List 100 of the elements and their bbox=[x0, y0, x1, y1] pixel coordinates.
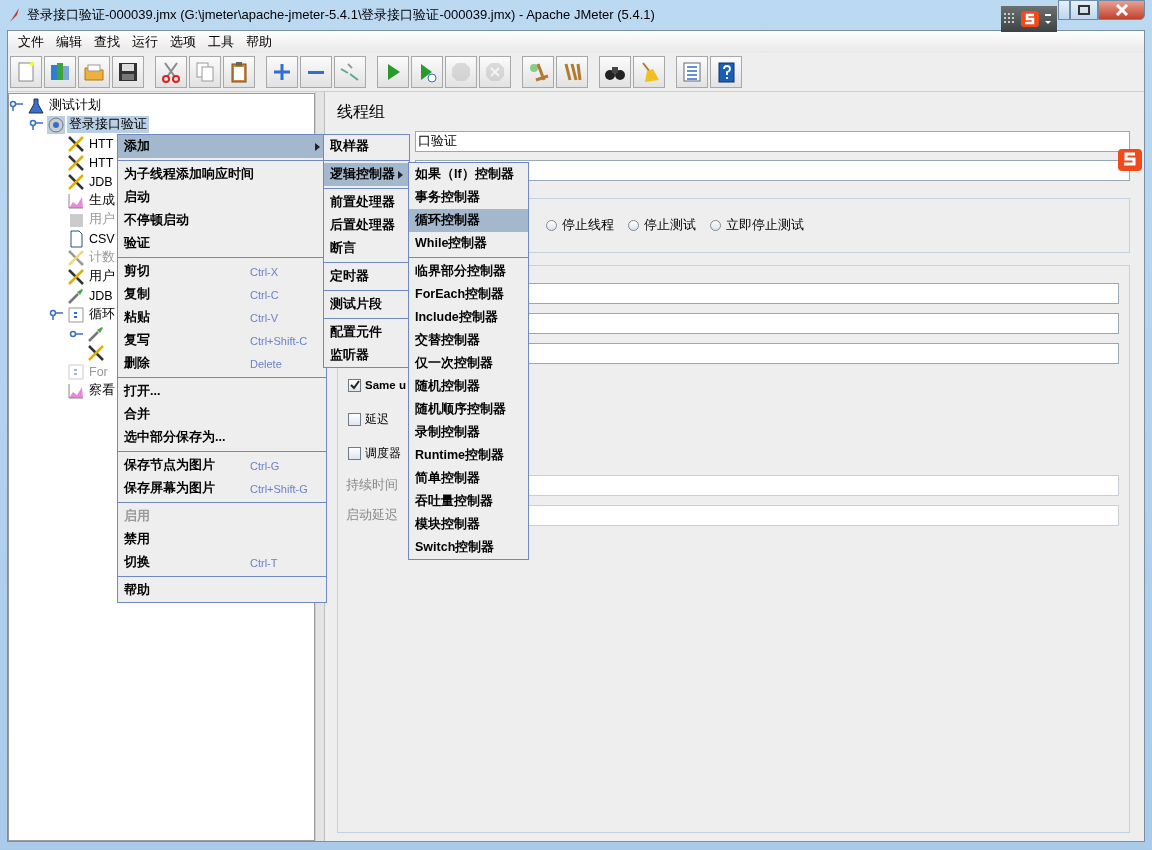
feather-icon bbox=[7, 7, 21, 23]
checkbox[interactable] bbox=[348, 378, 361, 392]
menu-item[interactable]: 交替控制器 bbox=[409, 329, 528, 352]
menu-item[interactable]: Include控制器 bbox=[409, 306, 528, 329]
menu-item[interactable]: 前置处理器 bbox=[324, 191, 409, 214]
menu-item[interactable]: 保存屏幕为图片 Ctrl+Shift-G bbox=[118, 477, 326, 500]
menu-item[interactable]: 随机顺序控制器 bbox=[409, 398, 528, 421]
menu-item[interactable]: 循环控制器 bbox=[409, 209, 528, 232]
menu-item[interactable]: 选项 bbox=[164, 33, 202, 51]
menu-item-label: 启用 bbox=[124, 508, 151, 525]
menu-item[interactable]: 编辑 bbox=[50, 33, 88, 51]
tree-node-label[interactable]: CSV bbox=[87, 231, 117, 246]
checkbox[interactable] bbox=[348, 412, 361, 426]
tree-node-label[interactable]: 察看 bbox=[87, 382, 117, 399]
menu-item[interactable]: 保存节点为图片 Ctrl-G bbox=[118, 454, 326, 477]
toolbar-button[interactable] bbox=[112, 56, 144, 88]
menu-item-label: Include控制器 bbox=[415, 309, 499, 326]
menu-item-label: 事务控制器 bbox=[415, 189, 481, 206]
menu-item[interactable]: 断言 bbox=[324, 237, 409, 260]
menu-item[interactable]: ForEach控制器 bbox=[409, 283, 528, 306]
menu-item[interactable]: 帮助 bbox=[240, 33, 278, 51]
menu-item-label: 添加 bbox=[124, 138, 151, 155]
menu-item[interactable]: 逻辑控制器 bbox=[324, 163, 409, 186]
menu-item[interactable]: 查找 bbox=[88, 33, 126, 51]
minimize-button[interactable] bbox=[1058, 0, 1070, 20]
tree-node-label[interactable]: JDB bbox=[87, 288, 115, 303]
menu-item[interactable]: 运行 bbox=[126, 33, 164, 51]
tree-node-label[interactable]: 用户 bbox=[87, 268, 117, 285]
tree-node-label[interactable]: HTT bbox=[87, 136, 116, 151]
menu-item[interactable]: 选中部分保存为... bbox=[118, 426, 326, 449]
menu-item[interactable]: 启动 bbox=[118, 186, 326, 209]
menu-item[interactable]: 仅一次控制器 bbox=[409, 352, 528, 375]
menu-item[interactable]: 工具 bbox=[202, 33, 240, 51]
close-button[interactable] bbox=[1098, 0, 1145, 20]
menu-item[interactable]: 帮助 bbox=[118, 579, 326, 602]
menu-item[interactable]: 复制 Ctrl-C bbox=[118, 283, 326, 306]
menu-item[interactable]: 剪切 Ctrl-X bbox=[118, 260, 326, 283]
chart-icon bbox=[67, 191, 85, 210]
menu-item[interactable]: 简单控制器 bbox=[409, 467, 528, 490]
menu-item[interactable]: 临界部分控制器 bbox=[409, 260, 528, 283]
maximize-button[interactable] bbox=[1070, 0, 1098, 20]
menu-item[interactable]: Runtime控制器 bbox=[409, 444, 528, 467]
menu-item[interactable]: 吞吐量控制器 bbox=[409, 490, 528, 513]
radio-button[interactable]: 立即停止测试 bbox=[710, 217, 804, 234]
shortcut-label: Ctrl-C bbox=[250, 288, 280, 301]
menu-item[interactable]: 粘贴 Ctrl-V bbox=[118, 306, 326, 329]
menu-item[interactable]: 配置元件 bbox=[324, 321, 409, 344]
menu-item-label: 临界部分控制器 bbox=[415, 263, 507, 280]
menu-item[interactable]: Switch控制器 bbox=[409, 536, 528, 559]
checkbox[interactable] bbox=[348, 446, 361, 460]
menu-item[interactable]: 删除 Delete bbox=[118, 352, 326, 375]
s-logo-icon bbox=[1020, 10, 1040, 28]
menu-item[interactable]: 随机控制器 bbox=[409, 375, 528, 398]
tree-node-label[interactable]: 测试计划 bbox=[47, 97, 103, 114]
menu-item[interactable]: 切换 Ctrl-T bbox=[118, 551, 326, 574]
menu-item-label: 复制 bbox=[124, 286, 151, 303]
expand-handle-icon[interactable] bbox=[9, 99, 25, 112]
pipette-icon bbox=[67, 286, 85, 305]
menu-item[interactable]: 添加 bbox=[118, 135, 326, 158]
toolbar-button[interactable] bbox=[710, 56, 742, 88]
menu-item-label: 删除 bbox=[124, 355, 151, 372]
controller-icon bbox=[67, 305, 85, 324]
menu-item[interactable]: 复写 Ctrl+Shift-C bbox=[118, 329, 326, 352]
panel-title: 线程组 bbox=[337, 102, 386, 122]
menu-item[interactable]: 禁用 bbox=[118, 528, 326, 551]
ime-toolbar[interactable] bbox=[1001, 6, 1057, 32]
radio-button[interactable]: 停止线程 bbox=[546, 217, 614, 234]
menu-item[interactable]: 合并 bbox=[118, 403, 326, 426]
tree-node-label[interactable]: 登录接口验证 bbox=[67, 116, 149, 133]
menu-item[interactable]: 为子线程添加响应时间 bbox=[118, 163, 326, 186]
menu-item[interactable]: 验证 bbox=[118, 232, 326, 255]
text-field[interactable]: 口验证 bbox=[415, 131, 1130, 152]
menu-item[interactable]: 不停顿启动 bbox=[118, 209, 326, 232]
menu-item[interactable]: 如果（If）控制器 bbox=[409, 163, 528, 186]
menu-item[interactable]: 监听器 bbox=[324, 344, 409, 367]
minus-icon bbox=[308, 70, 324, 74]
menu-item-label: 配置元件 bbox=[330, 324, 383, 341]
menu-item[interactable]: 后置处理器 bbox=[324, 214, 409, 237]
menu-item[interactable]: 打开... bbox=[118, 380, 326, 403]
menu-item-label: 定时器 bbox=[330, 268, 370, 285]
menu-item-label: 测试片段 bbox=[330, 296, 383, 313]
tree-node-label[interactable]: JDB bbox=[87, 174, 115, 189]
expand-handle-icon[interactable] bbox=[29, 118, 45, 131]
menu-item[interactable]: 定时器 bbox=[324, 265, 409, 288]
window-title: 登录接口验证-000039.jmx (G:\jmeter\apache-jmeter-5.4.1\登录接口验证-000039.jmx) - Apache JMeter (5.4.1) bbox=[27, 6, 655, 24]
tree-node-label[interactable]: HTT bbox=[87, 155, 116, 170]
radio-button[interactable]: 停止测试 bbox=[628, 217, 696, 234]
menu-item[interactable]: 文件 bbox=[12, 33, 50, 51]
shortcut-label: Ctrl-G bbox=[250, 459, 281, 472]
menu-item[interactable]: 测试片段 bbox=[324, 293, 409, 316]
menu-item[interactable]: 事务控制器 bbox=[409, 186, 528, 209]
scissors-icon bbox=[159, 60, 183, 84]
menu-item[interactable]: 模块控制器 bbox=[409, 513, 528, 536]
toolbar-button[interactable] bbox=[599, 56, 631, 88]
expand-handle-icon[interactable] bbox=[49, 308, 65, 321]
tree-node-label[interactable]: 生成 bbox=[87, 192, 117, 209]
menu-item[interactable]: 取样器 bbox=[324, 135, 409, 158]
tree-node-label[interactable]: 循环 bbox=[87, 306, 117, 323]
menu-item[interactable]: 录制控制器 bbox=[409, 421, 528, 444]
menu-item[interactable]: While控制器 bbox=[409, 232, 528, 255]
